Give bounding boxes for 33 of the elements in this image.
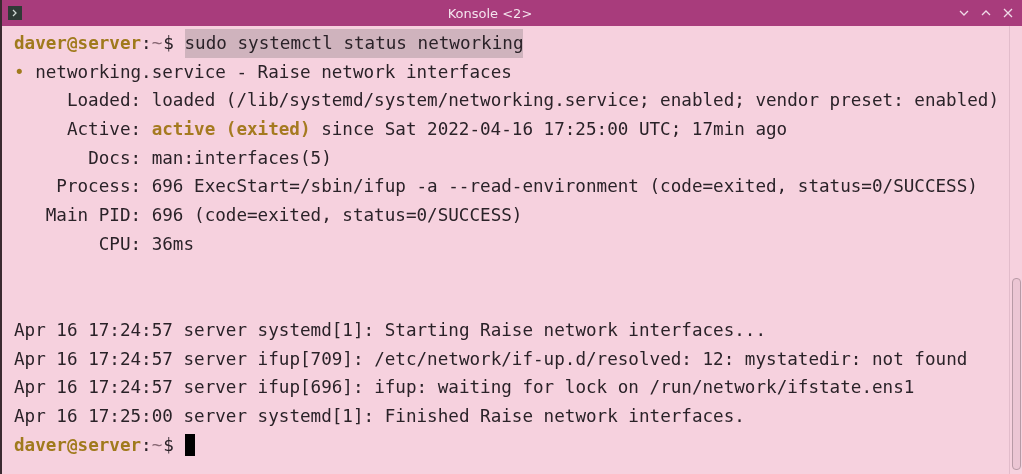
prompt-symbol: $ [163, 32, 174, 55]
log-line: Apr 16 17:24:57 server ifup[709]: /etc/network/if-up.d/resolved: 12: mystatedir: not found [14, 347, 968, 371]
field-label: CPU: [97, 232, 142, 256]
prompt-symbol: $ [163, 433, 174, 457]
field-label: Docs: [87, 146, 142, 170]
field-value: 36ms [151, 232, 195, 256]
output-line: networking.service - Raise network interfaces [35, 60, 512, 84]
log-line: Apr 16 17:24:57 server systemd[1]: Starting Raise network interfaces... [14, 318, 767, 342]
command-text: sudo systemctl status networking [184, 29, 524, 58]
field-label: Process: [55, 175, 142, 199]
prompt-user-host: daver@server [14, 433, 142, 457]
field-value: 696 (code=exited, status=0/SUCCESS) [151, 204, 523, 228]
field-value: man:interfaces(5) [151, 146, 332, 170]
field-label: Main PID: [44, 204, 142, 228]
field-value: since Sat 2022-04-16 17:25:00 UTC; 17min ago [321, 118, 788, 142]
field-value: 696 ExecStart=/sbin/ifup -a --read-environment (code=exited, status=0/SUCCESS) [151, 175, 978, 199]
status-bullet: • [14, 60, 25, 84]
log-line: Apr 16 17:24:57 server ifup[696]: ifup: waiting for lock on /run/network/ifstate.ens1 [14, 376, 915, 400]
prompt-user-host: daver@server [14, 32, 142, 55]
field-value: loaded (/lib/systemd/system/networking.service; enabled; vendor preset: enabled) [151, 89, 1000, 113]
log-line: Apr 16 17:25:00 server systemd[1]: Finished Raise network interfaces. [14, 404, 745, 428]
field-label: Loaded: [65, 89, 142, 113]
scrollbar-thumb[interactable] [1012, 278, 1021, 470]
prompt-path: ~ [151, 433, 163, 457]
close-button[interactable] [1002, 7, 1014, 19]
prompt-path: ~ [151, 32, 163, 55]
terminal-icon[interactable] [8, 6, 22, 20]
scrollbar[interactable] [1009, 26, 1022, 474]
prompt-separator: : [141, 32, 152, 55]
field-label: Active: [65, 118, 142, 142]
status-text: active (exited) [151, 118, 311, 142]
prompt-separator: : [141, 433, 152, 457]
window-title: Konsole <2> [446, 5, 534, 21]
